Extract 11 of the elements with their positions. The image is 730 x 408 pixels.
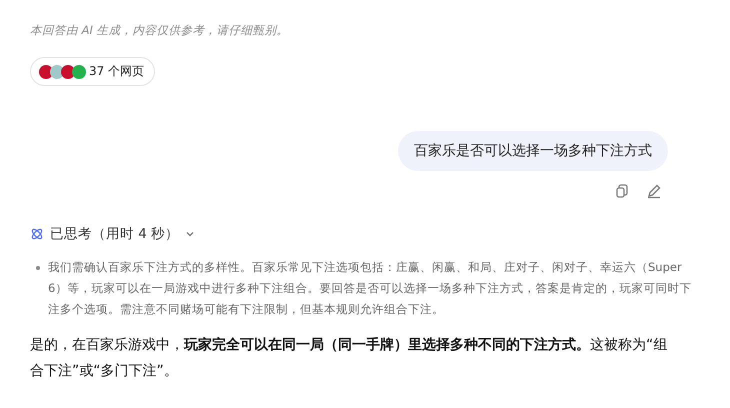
atom-icon xyxy=(30,227,44,241)
edit-icon[interactable] xyxy=(646,183,662,199)
chevron-down-icon xyxy=(185,229,196,239)
user-message: 百家乐是否可以选择一场多种下注方式 xyxy=(398,131,668,171)
sources-button[interactable]: 37 个网页 xyxy=(30,57,156,86)
thinking-toggle[interactable]: 已思考（用时 4 秒） xyxy=(30,225,196,243)
thinking-text: 我们需确认百家乐下注方式的多样性。百家乐常见下注选项包括：庄赢、闲赢、和局、庄对子、闲对子、幸运六（Super 6）等，玩家可以在一局游戏中进行多种下注组合。要回答是否可以选择一场多种下注方式，答案是肯定的，玩家可同时下注多个选项。需注意不同赌场可能有下注限制，但基本规则允许组合下注。 xyxy=(48,259,692,318)
ai-disclaimer: 本回答由 AI 生成，内容仅供参考，请仔细甄别。 xyxy=(30,22,290,39)
bullet-icon xyxy=(36,266,40,270)
copy-icon[interactable] xyxy=(614,183,630,199)
answer-text: 是的，在百家乐游戏中，玩家完全可以在同一局（同一手牌）里选择多种不同的下注方式。这被称为“组合下注”或“多门下注”。 xyxy=(30,336,668,381)
